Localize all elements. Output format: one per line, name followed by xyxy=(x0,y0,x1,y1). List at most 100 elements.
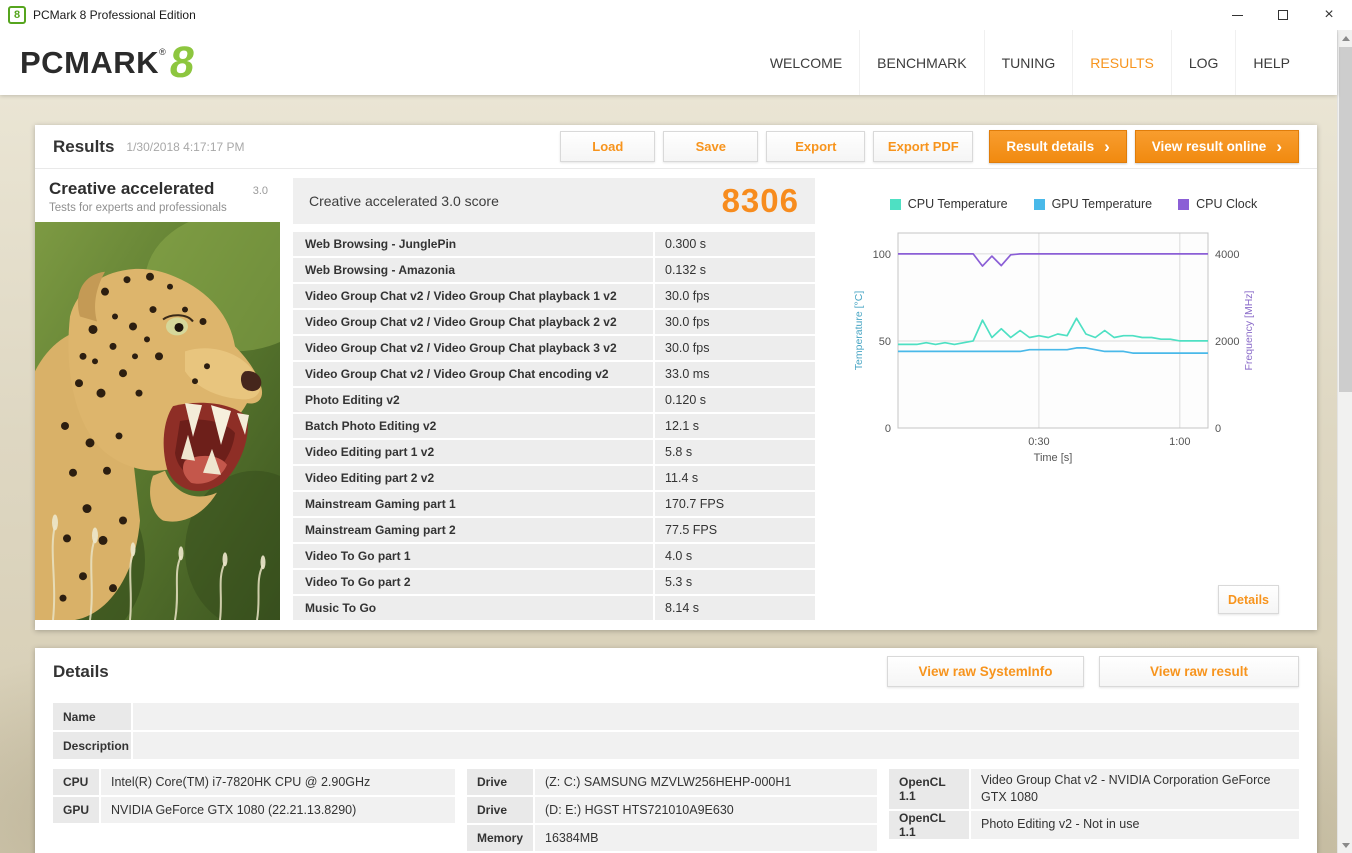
left-axis-label: Temperature [°C] xyxy=(853,291,865,371)
test-item-value: 0.132 s xyxy=(655,258,815,282)
scroll-down-icon xyxy=(1341,842,1350,848)
description-row: Description xyxy=(53,732,1299,759)
app-header: PCMARK ® 8 WELCOME BENCHMARK TUNING RESU… xyxy=(0,30,1337,95)
svg-text:0: 0 xyxy=(885,423,891,435)
table-row: Video Group Chat v2 / Video Group Chat e… xyxy=(293,362,815,386)
test-item-value: 0.300 s xyxy=(655,232,815,256)
table-row: Web Browsing - Amazonia 0.132 s xyxy=(293,258,815,282)
x-axis-label: Time [s] xyxy=(1034,452,1073,464)
view-raw-result-button[interactable]: View raw result xyxy=(1099,656,1299,687)
drive-label: Drive xyxy=(467,797,533,823)
table-row: Batch Photo Editing v2 12.1 s xyxy=(293,414,815,438)
cpu-row: CPU Intel(R) Core(TM) i7-7820HK CPU @ 2.… xyxy=(53,769,455,795)
vertical-scrollbar[interactable] xyxy=(1337,30,1352,853)
spec-col-cpu-gpu: CPU Intel(R) Core(TM) i7-7820HK CPU @ 2.… xyxy=(53,769,455,823)
scroll-up-button[interactable] xyxy=(1338,30,1352,46)
test-item-label: Video To Go part 1 xyxy=(293,544,653,568)
details-header: Details View raw SystemInfo View raw res… xyxy=(35,648,1317,695)
table-row: Video Group Chat v2 / Video Group Chat p… xyxy=(293,336,815,360)
gpu-row: GPU NVIDIA GeForce GTX 1080 (22.21.13.82… xyxy=(53,797,455,823)
nav-help[interactable]: HELP xyxy=(1235,30,1307,95)
results-timestamp: 1/30/2018 4:17:17 PM xyxy=(126,139,245,154)
nav-results[interactable]: RESULTS xyxy=(1072,30,1171,95)
monitoring-panel: CPU Temperature GPU Temperature CPU Cloc… xyxy=(830,169,1317,630)
test-name: Creative accelerated xyxy=(49,179,215,198)
app-icon: 8 xyxy=(8,6,26,24)
svg-text:2000: 2000 xyxy=(1215,336,1239,348)
test-item-value: 30.0 fps xyxy=(655,336,815,360)
drive-row: Drive (Z: C:) SAMSUNG MZVLW256HEHP-000H1 xyxy=(467,769,877,795)
scrollbar-thumb[interactable] xyxy=(1339,47,1352,392)
right-axis-label: Frequency [MHz] xyxy=(1243,290,1255,370)
drive-value: (Z: C:) SAMSUNG MZVLW256HEHP-000H1 xyxy=(535,769,877,795)
minimize-icon xyxy=(1231,14,1243,16)
test-item-label: Mainstream Gaming part 2 xyxy=(293,518,653,542)
svg-text:0:30: 0:30 xyxy=(1028,436,1049,448)
view-result-online-label: View result online xyxy=(1151,139,1267,154)
legend-label: CPU Temperature xyxy=(907,197,1008,211)
export-pdf-button[interactable]: Export PDF xyxy=(873,131,974,162)
test-item-value: 12.1 s xyxy=(655,414,815,438)
scroll-down-button[interactable] xyxy=(1338,837,1352,853)
save-button[interactable]: Save xyxy=(663,131,759,162)
chevron-right-icon: › xyxy=(1104,137,1110,156)
results-card: Results 1/30/2018 4:17:17 PM Load Save E… xyxy=(35,125,1317,630)
results-header: Results 1/30/2018 4:17:17 PM Load Save E… xyxy=(35,125,1317,169)
test-item-value: 170.7 FPS xyxy=(655,492,815,516)
opencl-label: OpenCL 1.1 xyxy=(889,769,969,809)
svg-text:50: 50 xyxy=(879,336,891,348)
test-item-label: Batch Photo Editing v2 xyxy=(293,414,653,438)
system-specs: CPU Intel(R) Core(TM) i7-7820HK CPU @ 2.… xyxy=(53,769,1299,851)
test-item-value: 4.0 s xyxy=(655,544,815,568)
test-item-value: 77.5 FPS xyxy=(655,518,815,542)
score-banner: Creative accelerated 3.0 score 8306 xyxy=(293,178,815,224)
table-row: Mainstream Gaming part 2 77.5 FPS xyxy=(293,518,815,542)
svg-text:100: 100 xyxy=(873,249,891,261)
memory-value: 16384MB xyxy=(535,825,877,851)
main-nav: WELCOME BENCHMARK TUNING RESULTS LOG HEL… xyxy=(753,30,1307,95)
result-details-button[interactable]: Result details › xyxy=(989,130,1127,163)
load-button[interactable]: Load xyxy=(560,131,656,162)
table-row: Video Group Chat v2 / Video Group Chat p… xyxy=(293,284,815,308)
test-item-value: 30.0 fps xyxy=(655,284,815,308)
results-title: Results xyxy=(53,136,115,156)
table-row: Video Editing part 1 v2 5.8 s xyxy=(293,440,815,464)
pcmark-logo: PCMARK ® 8 xyxy=(20,38,198,87)
nav-log[interactable]: LOG xyxy=(1170,30,1236,95)
app-body: PCMARK ® 8 WELCOME BENCHMARK TUNING RESU… xyxy=(0,30,1337,853)
gpu-label: GPU xyxy=(53,797,99,823)
opencl-row: OpenCL 1.1 Video Group Chat v2 - NVIDIA … xyxy=(889,769,1299,809)
legend-swatch-0 xyxy=(889,198,901,210)
spec-col-drives: Drive (Z: C:) SAMSUNG MZVLW256HEHP-000H1… xyxy=(467,769,877,851)
legend-label: CPU Clock xyxy=(1196,197,1258,211)
minimize-button[interactable] xyxy=(1214,0,1260,30)
test-info-panel: Creative accelerated 3.0 Tests for exper… xyxy=(35,169,280,620)
test-item-value: 11.4 s xyxy=(655,466,815,490)
view-raw-systeminfo-button[interactable]: View raw SystemInfo xyxy=(887,656,1084,687)
chevron-right-icon: › xyxy=(1276,137,1282,156)
close-button[interactable]: × xyxy=(1306,0,1352,30)
leopard-image xyxy=(35,222,280,620)
export-button[interactable]: Export xyxy=(766,131,866,162)
memory-label: Memory xyxy=(467,825,533,851)
primary-actions: Result details › View result online › xyxy=(989,130,1299,163)
gpu-value: NVIDIA GeForce GTX 1080 (22.21.13.8290) xyxy=(101,797,455,823)
results-actions: Load Save Export Export PDF Result detai… xyxy=(560,130,1299,163)
nav-tuning[interactable]: TUNING xyxy=(983,30,1073,95)
maximize-icon xyxy=(1278,10,1288,20)
score-label: Creative accelerated 3.0 score xyxy=(309,193,499,209)
nav-benchmark[interactable]: BENCHMARK xyxy=(859,30,983,95)
nav-welcome[interactable]: WELCOME xyxy=(753,30,859,95)
maximize-button[interactable] xyxy=(1260,0,1306,30)
cpu-label: CPU xyxy=(53,769,99,795)
test-item-label: Video Editing part 2 v2 xyxy=(293,466,653,490)
chart-details-button[interactable]: Details xyxy=(1218,585,1279,614)
test-version: 3.0 xyxy=(252,185,268,197)
svg-text:0: 0 xyxy=(1215,423,1221,435)
registered-mark: ® xyxy=(159,46,166,57)
test-item-label: Video Group Chat v2 / Video Group Chat p… xyxy=(293,310,653,334)
chart-legend: CPU Temperature GPU Temperature CPU Cloc… xyxy=(830,197,1317,211)
view-result-online-button[interactable]: View result online › xyxy=(1134,130,1299,163)
spec-col-opencl: OpenCL 1.1 Video Group Chat v2 - NVIDIA … xyxy=(889,769,1299,839)
test-item-value: 8.14 s xyxy=(655,596,815,620)
